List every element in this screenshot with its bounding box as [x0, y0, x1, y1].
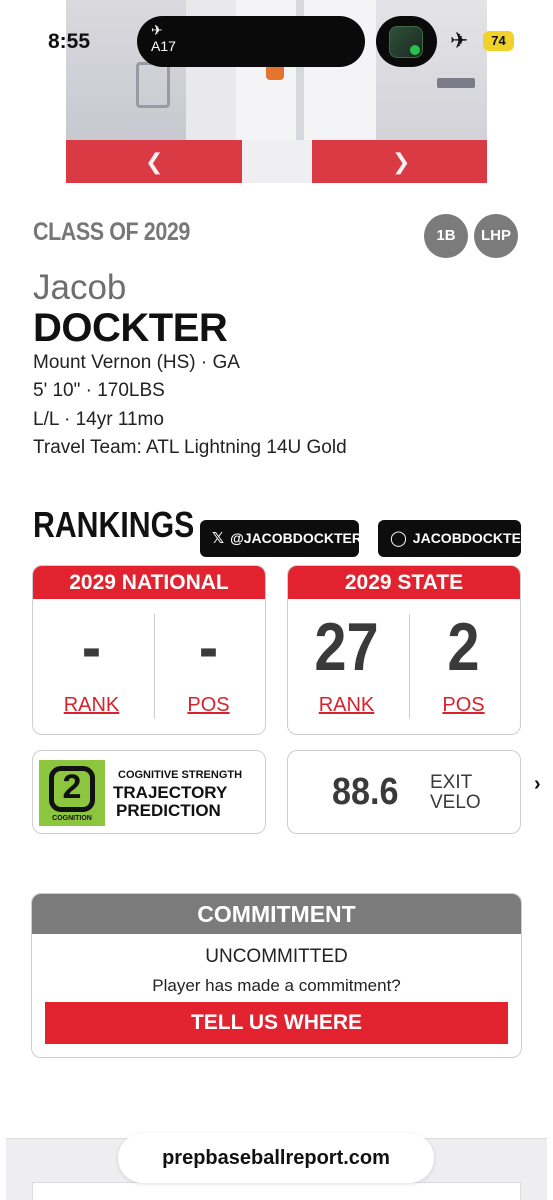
commitment-header: COMMITMENT [32, 894, 521, 934]
chevron-right-icon[interactable]: › [534, 773, 541, 796]
chevron-right-icon[interactable]: ❯ [392, 149, 410, 175]
national-pos-value: - [198, 609, 219, 685]
position-badge: LHP [474, 214, 518, 258]
tell-us-where-button[interactable]: TELL US WHERE [45, 1002, 508, 1044]
commitment-card: COMMITMENT UNCOMMITTED Player has made a… [31, 893, 522, 1058]
cognition-logo-caption: COGNITION [52, 815, 92, 822]
national-ranking-header: 2029 NATIONAL [33, 566, 265, 599]
rankings-title: RANKINGS [33, 504, 195, 545]
battery-indicator: 74 [483, 31, 514, 51]
national-rank-value: - [81, 609, 102, 685]
nav-band-middle [242, 140, 312, 183]
next-card-edge [32, 1182, 521, 1200]
x-logo-icon: 𝕏 [212, 530, 225, 547]
instagram-profile-button[interactable]: ◯ JACOBDOCKTER_ [378, 520, 539, 557]
player-bats-throws-age: L/L · 14yr 11mo [33, 409, 164, 430]
airplane-mode-icon: ✈ [450, 28, 469, 53]
cognition-title-line1: TRAJECTORY [113, 783, 228, 802]
x-handle: @JACOBDOCKTER_ [230, 530, 370, 546]
x-profile-button[interactable]: 𝕏 @JACOBDOCKTER_ [200, 520, 370, 557]
exit-velo-label-line1: EXIT [430, 772, 473, 793]
state-ranking-card: 2029 STATE 27 2 RANK POS [287, 565, 521, 735]
chevron-left-icon[interactable]: ❮ [145, 149, 163, 175]
state-rank-link[interactable]: RANK [288, 694, 405, 717]
state-rank-value: 27 [314, 609, 379, 685]
commitment-question: Player has made a commitment? [152, 976, 401, 995]
sponsor-logo [437, 78, 475, 88]
player-size: 5' 10" · 170LBS [33, 380, 165, 401]
cognition-title-line2: PREDICTION [116, 801, 221, 820]
player-first-name: Jacob [33, 268, 127, 307]
exit-velo-value: 88.6 [332, 771, 399, 813]
sponsor-logo [136, 62, 170, 108]
state-pos-value: 2 [447, 609, 480, 685]
instagram-icon: ◯ [390, 530, 407, 547]
national-pos-link[interactable]: POS [150, 694, 265, 717]
player-school: Mount Vernon (HS) · GA [33, 352, 240, 373]
app-thumbnail-icon [389, 26, 423, 58]
instagram-handle: JACOBDOCKTER_ [412, 530, 539, 546]
live-activity-label: A17 [151, 38, 176, 54]
commitment-status: UNCOMMITTED [205, 946, 348, 967]
position-badge: 1B [424, 214, 468, 258]
cognition-subtitle: COGNITIVE STRENGTH [118, 769, 243, 781]
exit-velo-label: EXIT VELO [430, 773, 481, 813]
player-last-name: DOCKTER [33, 306, 228, 350]
exit-velo-card[interactable]: 88.6 EXIT VELO [287, 750, 521, 834]
url-bar[interactable]: prepbaseballreport.com [118, 1133, 434, 1183]
state-ranking-header: 2029 STATE [288, 566, 520, 599]
player-travel-team: Travel Team: ATL Lightning 14U Gold [33, 437, 347, 458]
carousel-nav-band [66, 140, 487, 183]
exit-velo-label-line2: VELO [430, 792, 481, 813]
national-rank-link[interactable]: RANK [33, 694, 150, 717]
dynamic-island[interactable]: ✈ A17 [137, 16, 365, 67]
airline-icon: ✈ [151, 22, 163, 38]
national-ranking-card: 2029 NATIONAL - - RANK POS [32, 565, 266, 735]
status-time: 8:55 [48, 30, 91, 53]
class-of-label: CLASS OF 2029 [33, 218, 190, 246]
cognition-card[interactable]: 2 COGNITION COGNITIVE STRENGTH TRAJECTOR… [32, 750, 266, 834]
state-pos-link[interactable]: POS [405, 694, 520, 717]
cognition-logo-mark: 2 [62, 768, 82, 806]
cognition-logo: 2 COGNITION [39, 760, 105, 826]
live-activity-thumbnail[interactable] [376, 16, 437, 67]
